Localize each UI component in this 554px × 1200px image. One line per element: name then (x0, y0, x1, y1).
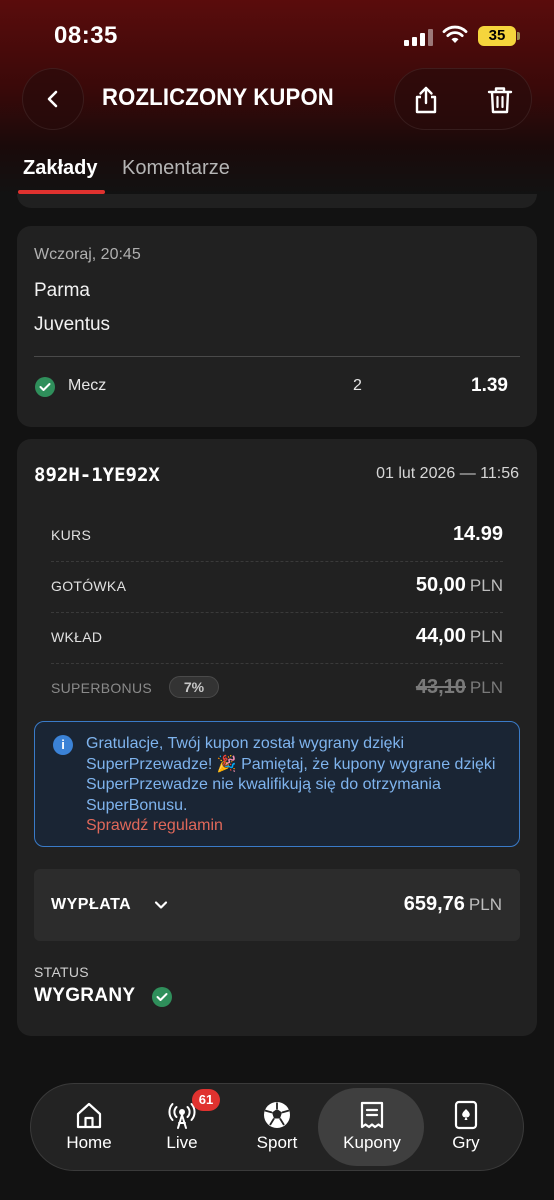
stake-label: WKŁAD (51, 629, 103, 645)
cash-label: GOTÓWKA (51, 578, 127, 594)
chevron-left-icon (47, 90, 58, 108)
team-away: Juventus (34, 314, 111, 335)
coupon-id: 892H-1YE92X (34, 464, 160, 486)
trash-icon (487, 87, 513, 114)
nav-kupony[interactable]: Kupony (319, 1084, 425, 1172)
nav-kupony-label: Kupony (343, 1133, 401, 1152)
nav-gry-label: Gry (452, 1133, 480, 1152)
superbonus-percent-badge: 7% (169, 676, 219, 698)
share-button[interactable] (409, 83, 443, 117)
team-home: Parma (34, 280, 90, 301)
previous-bet-card (17, 194, 537, 208)
cash-value: 50,00 PLN (416, 574, 503, 597)
payout-value: 659,76 PLN (404, 893, 502, 916)
payout-currency: PLN (468, 895, 502, 914)
info-icon: i (53, 735, 73, 755)
bet-odds: 1.39 (471, 375, 508, 396)
status-value: WYGRANY (34, 985, 136, 1006)
terms-link[interactable]: Sprawdź regulamin (86, 816, 506, 837)
status-time: 08:35 (54, 22, 118, 49)
coupon-card: 892H-1YE92X 01 lut 2026 — 11:56 KURS 14.… (17, 439, 537, 1036)
cellular-signal-icon (404, 28, 434, 46)
back-button[interactable] (22, 68, 84, 130)
nav-sport[interactable]: Sport (229, 1084, 325, 1172)
stake-row: WKŁAD 44,00 PLN (51, 612, 503, 663)
tab-zaklady[interactable]: Zakłady (23, 157, 97, 180)
battery-tip (517, 32, 520, 40)
stake-currency: PLN (469, 627, 503, 646)
delete-button[interactable] (483, 83, 517, 117)
bet-selection: 2 (353, 377, 362, 394)
odds-label: KURS (51, 527, 92, 543)
battery-indicator: 35 (478, 26, 516, 46)
superbonus-amount: 43,10 (415, 676, 466, 698)
soccer-ball-icon (264, 1102, 290, 1128)
status-label: STATUS (34, 964, 89, 980)
live-count-badge: 61 (192, 1089, 220, 1111)
bet-market: Mecz (68, 377, 107, 394)
stake-amount: 44,00 (415, 625, 466, 647)
card-icon (454, 1100, 478, 1130)
bet-date: Wczoraj, 20:45 (34, 246, 141, 263)
coupon-datetime: 01 lut 2026 — 11:56 (376, 465, 519, 482)
nav-home[interactable]: Home (41, 1084, 137, 1172)
nav-home-label: Home (66, 1133, 112, 1152)
superbonus-currency: PLN (469, 678, 503, 697)
nav-gry[interactable]: Gry (418, 1084, 514, 1172)
wifi-icon (442, 25, 468, 45)
stake-value: 44,00 PLN (416, 625, 503, 648)
divider (34, 356, 520, 357)
status-bar: 08:35 35 (0, 0, 554, 66)
odds-value: 14.99 (452, 523, 503, 545)
cash-currency: PLN (469, 576, 503, 595)
info-message: Gratulacje, Twój kupon został wygrany dz… (86, 735, 496, 814)
payout-amount: 659,76 (403, 893, 465, 915)
cash-row: GOTÓWKA 50,00 PLN (51, 561, 503, 612)
nav-sport-label: Sport (256, 1133, 298, 1152)
page-title: ROZLICZONY KUPON (102, 84, 334, 111)
bet-card: Wczoraj, 20:45 Parma Juventus Mecz 2 1.3… (17, 226, 537, 427)
receipt-icon (360, 1101, 384, 1129)
superbonus-label: SUPERBONUS (51, 680, 153, 696)
info-text: Gratulacje, Twój kupon został wygrany dz… (86, 734, 506, 837)
chevron-down-icon (154, 901, 168, 909)
share-icon (415, 86, 437, 114)
nav-live-label: Live (166, 1133, 198, 1152)
cash-amount: 50,00 (415, 574, 466, 596)
home-icon (76, 1102, 102, 1129)
check-icon (152, 987, 172, 1007)
superbonus-row: SUPERBONUS 7% 43,10 PLN (51, 663, 503, 714)
tab-komentarze[interactable]: Komentarze (122, 157, 230, 180)
info-notice: i Gratulacje, Twój kupon został wygrany … (34, 721, 520, 847)
odds-row: KURS 14.99 (51, 510, 503, 561)
superbonus-value: 43,10 PLN (416, 676, 503, 699)
check-icon (35, 377, 55, 397)
header-actions (394, 68, 532, 130)
bottom-navigation: Home Live 61 Sport Kupony Gry (30, 1083, 524, 1171)
payout-label: WYPŁATA (51, 896, 132, 913)
payout-toggle[interactable]: WYPŁATA 659,76 PLN (34, 869, 520, 941)
